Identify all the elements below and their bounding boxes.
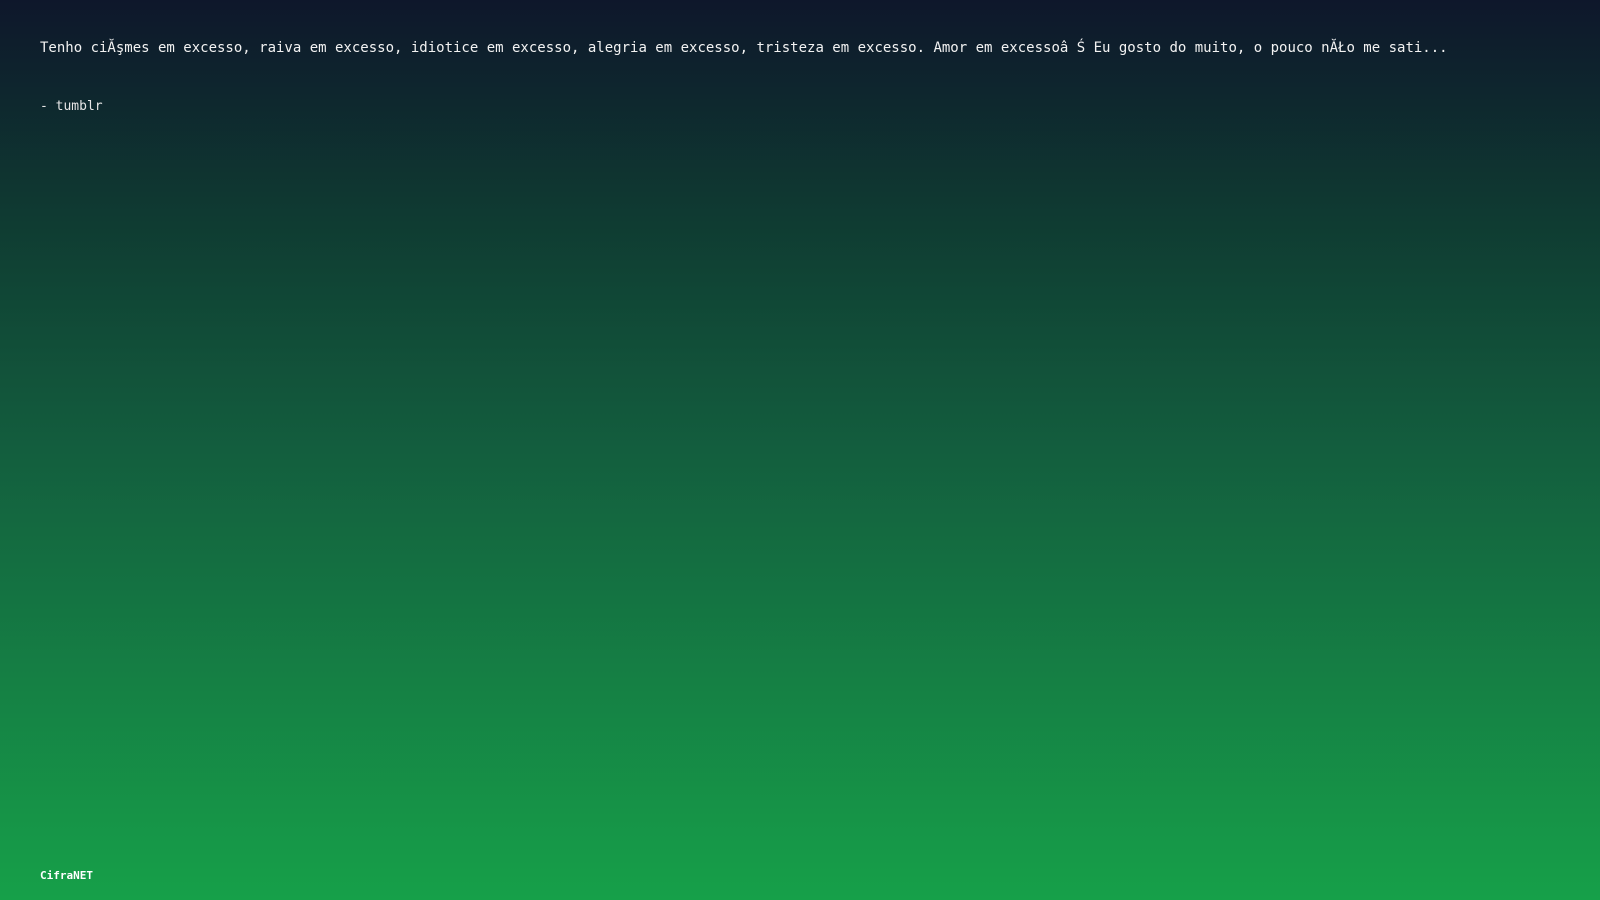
quote-author: - tumblr	[40, 99, 103, 114]
quote-text: Tenho ciĂşmes em excesso, raiva em exces…	[40, 40, 1448, 56]
gradient-background	[0, 0, 1600, 900]
brand-watermark: CifraNET	[40, 869, 93, 882]
